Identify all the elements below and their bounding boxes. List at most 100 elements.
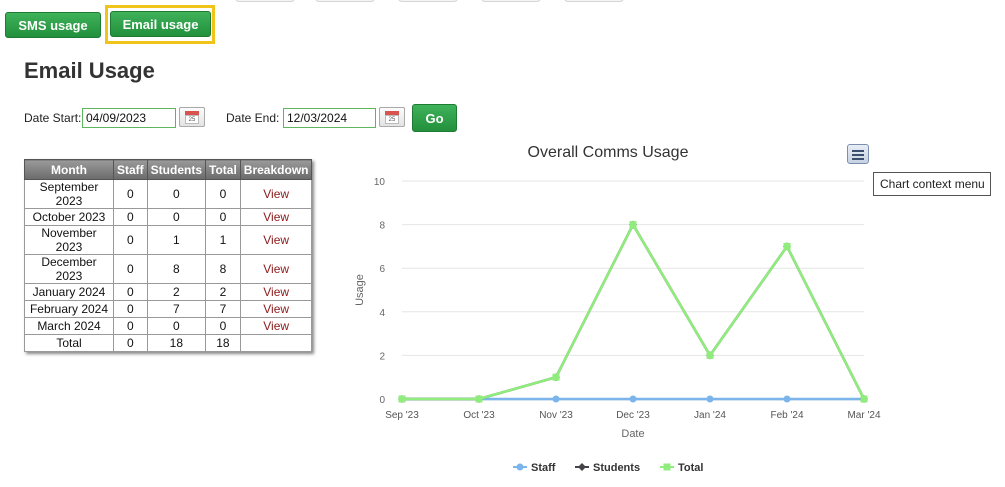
calendar-day: 25 [385, 115, 399, 124]
hamburger-menu-icon [852, 150, 864, 152]
data-point-total[interactable] [783, 242, 791, 250]
y-tick-label: 0 [379, 395, 385, 406]
column-header-total: Total [205, 159, 241, 180]
hidden-tab[interactable] [564, 0, 624, 2]
hamburger-menu-icon [852, 158, 864, 160]
legend-label: Students [593, 462, 640, 474]
column-header-students: Students [146, 159, 207, 180]
data-point-total[interactable] [475, 395, 483, 403]
data-point-staff[interactable] [629, 395, 637, 403]
cell-month: March 2024 [24, 317, 114, 335]
cell-total: 8 [205, 254, 241, 284]
table-row: December 2023 0 8 8 View [24, 254, 313, 284]
legend-label: Staff [531, 462, 556, 474]
data-point-staff[interactable] [706, 395, 714, 403]
date-start-calendar-button[interactable]: 25 [179, 107, 205, 127]
x-tick-label: Feb '24 [770, 410, 803, 421]
column-header-breakdown: Breakdown [239, 159, 313, 180]
cell-staff: 0 [113, 283, 148, 301]
chart-menu-tooltip: Chart context menu [873, 172, 991, 196]
cell-month: December 2023 [24, 254, 114, 284]
date-end-calendar-button[interactable]: 25 [379, 107, 405, 127]
legend-marker-icon [663, 463, 671, 471]
date-end-input[interactable] [283, 108, 376, 128]
data-point-total[interactable] [629, 221, 637, 229]
hidden-tab[interactable] [315, 0, 375, 2]
cell-staff: 0 [113, 300, 148, 318]
table-total-row: Total 0 18 18 [24, 334, 313, 352]
chart-title: Overall Comms Usage [528, 144, 689, 161]
cell-students: 0 [146, 208, 207, 226]
cell-month: February 2024 [24, 300, 114, 318]
table-row: September 2023 0 0 0 View [24, 179, 313, 209]
cell-total: 0 [205, 179, 241, 209]
hidden-tab[interactable] [235, 0, 295, 2]
cell-total: 0 [205, 208, 241, 226]
chart-context-menu-button[interactable] [847, 144, 869, 164]
x-tick-label: Jan '24 [694, 410, 726, 421]
cell-students: 2 [146, 283, 207, 301]
email-usage-button[interactable]: Email usage [110, 11, 211, 37]
cell-total: 0 [205, 317, 241, 335]
date-end-label: Date End: [226, 111, 280, 125]
cell-staff: 0 [113, 317, 148, 335]
data-point-total[interactable] [552, 373, 560, 381]
x-tick-label: Nov '23 [539, 410, 573, 421]
table-row: March 2024 0 0 0 View [24, 317, 313, 335]
legend-item-students[interactable]: Students [575, 462, 640, 474]
y-tick-label: 4 [379, 308, 385, 319]
cell-staff: 0 [113, 254, 148, 284]
cell-staff: 0 [113, 225, 148, 255]
total-cell-total: 18 [205, 334, 241, 352]
view-breakdown-link[interactable]: View [239, 254, 313, 284]
legend-item-staff[interactable]: Staff [513, 462, 556, 474]
page-title: Email Usage [24, 58, 155, 83]
legend-item-total[interactable]: Total [660, 462, 703, 474]
usage-table: Month Staff Students Total Breakdown Sep… [24, 159, 313, 352]
cell-month: November 2023 [24, 225, 114, 255]
total-cell-students: 18 [146, 334, 207, 352]
data-point-total[interactable] [706, 351, 714, 359]
calendar-day: 25 [185, 115, 199, 124]
y-tick-label: 2 [379, 351, 385, 362]
cell-total: 7 [205, 300, 241, 318]
x-tick-label: Sep '23 [385, 410, 419, 421]
x-tick-label: Dec '23 [616, 410, 650, 421]
cell-students: 1 [146, 225, 207, 255]
y-tick-label: 6 [379, 264, 385, 275]
view-breakdown-link[interactable]: View [239, 300, 313, 318]
y-axis-title: Usage [354, 274, 366, 306]
cell-students: 0 [146, 179, 207, 209]
hidden-tab[interactable] [398, 0, 458, 2]
view-breakdown-link[interactable]: View [239, 179, 313, 209]
data-point-total[interactable] [398, 395, 406, 403]
hidden-tab[interactable] [481, 0, 541, 2]
x-tick-label: Mar '24 [847, 410, 880, 421]
cell-staff: 0 [113, 208, 148, 226]
table-row: October 2023 0 0 0 View [24, 208, 313, 226]
table-header-row: Month Staff Students Total Breakdown [24, 159, 313, 180]
legend-label: Total [678, 462, 703, 474]
y-tick-label: 10 [374, 177, 386, 188]
table-row: November 2023 0 1 1 View [24, 225, 313, 255]
go-button[interactable]: Go [412, 104, 457, 132]
view-breakdown-link[interactable]: View [239, 208, 313, 226]
view-breakdown-link[interactable]: View [239, 225, 313, 255]
data-point-total[interactable] [860, 395, 868, 403]
data-point-staff[interactable] [552, 395, 560, 403]
cell-students: 7 [146, 300, 207, 318]
table-row: February 2024 0 7 7 View [24, 300, 313, 318]
hamburger-menu-icon [852, 154, 864, 156]
y-tick-label: 8 [379, 221, 385, 232]
column-header-staff: Staff [113, 159, 148, 180]
x-tick-label: Oct '23 [463, 410, 495, 421]
view-breakdown-link[interactable]: View [239, 283, 313, 301]
sms-usage-button[interactable]: SMS usage [5, 12, 101, 38]
data-point-staff[interactable] [783, 395, 791, 403]
view-breakdown-link[interactable]: View [239, 317, 313, 335]
date-start-input[interactable] [82, 108, 176, 128]
cell-month: October 2023 [24, 208, 114, 226]
table-row: January 2024 0 2 2 View [24, 283, 313, 301]
legend-marker-icon [578, 463, 586, 471]
total-cell-breakdown [239, 334, 313, 352]
